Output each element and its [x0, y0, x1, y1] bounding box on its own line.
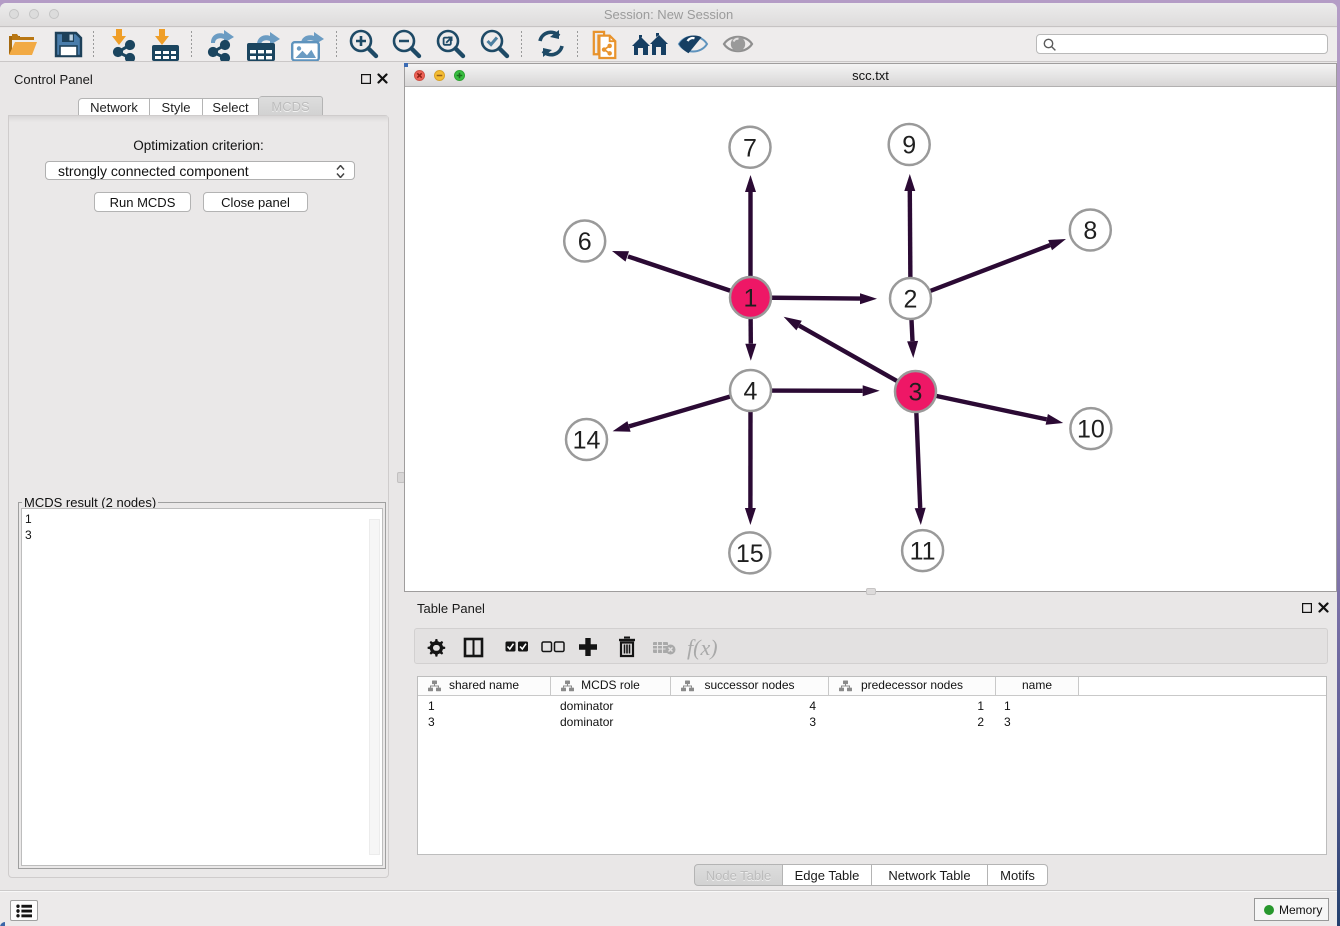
svg-text:2: 2: [904, 286, 918, 314]
svg-text:6: 6: [578, 228, 592, 256]
svg-text:4: 4: [744, 378, 758, 406]
svg-text:10: 10: [1077, 416, 1105, 444]
svg-text:14: 14: [573, 427, 601, 455]
svg-text:9: 9: [902, 132, 916, 160]
svg-text:1: 1: [744, 285, 758, 313]
svg-text:3: 3: [909, 379, 923, 407]
svg-text:7: 7: [743, 134, 757, 162]
svg-text:11: 11: [910, 538, 936, 566]
svg-text:15: 15: [736, 540, 764, 568]
svg-text:8: 8: [1083, 217, 1097, 245]
